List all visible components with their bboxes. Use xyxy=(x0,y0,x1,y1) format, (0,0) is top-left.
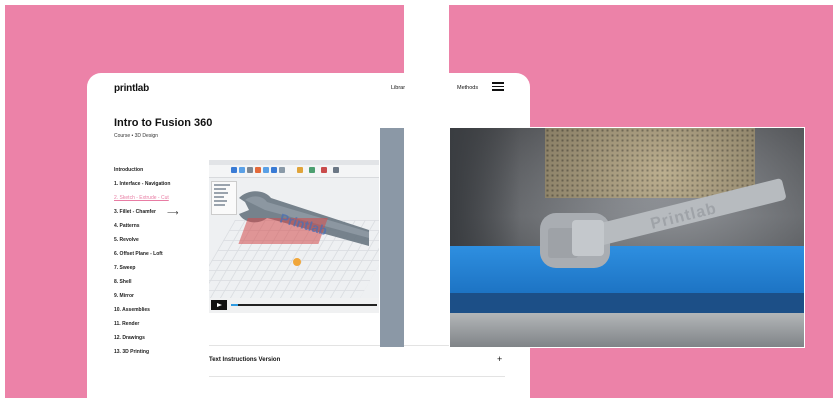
promo-canvas: printlab Librar Methods Intro to Fusion … xyxy=(0,0,838,403)
photo-edge-strip xyxy=(380,128,404,347)
printed-wrench-photo: Printlab xyxy=(449,127,805,348)
lesson-item[interactable]: 13. 3D Printing xyxy=(114,348,174,356)
lesson-item[interactable]: 10. Assemblies xyxy=(114,306,174,314)
lesson-list: Introduction 1. Interface - Navigation 2… xyxy=(114,166,174,362)
lesson-item[interactable]: 6. Offset Plane - Loft xyxy=(114,250,174,258)
video-controls xyxy=(209,298,379,313)
lesson-item[interactable]: 7. Sweep xyxy=(114,264,174,272)
printlab-logo[interactable]: printlab xyxy=(114,83,149,94)
nav-methods-link[interactable]: Methods xyxy=(457,85,478,91)
lesson-item[interactable]: 9. Mirror xyxy=(114,292,174,300)
nut-print xyxy=(572,220,604,256)
play-button[interactable] xyxy=(211,300,227,310)
arrow-right-icon: ⟶ xyxy=(167,208,179,217)
lesson-item[interactable]: 11. Render xyxy=(114,320,174,328)
lesson-item[interactable]: 1. Interface - Navigation xyxy=(114,180,174,188)
expand-plus-icon[interactable]: + xyxy=(497,354,502,364)
lesson-item[interactable]: 3. Fillet - Chamfer xyxy=(114,208,174,216)
lesson-item-active[interactable]: 2. Sketch - Extrude - Cut xyxy=(114,194,174,202)
video-progress-bar[interactable] xyxy=(231,304,377,306)
lesson-item[interactable]: 12. Drawings xyxy=(114,334,174,342)
cursor-indicator xyxy=(293,258,301,266)
course-title: Intro to Fusion 360 xyxy=(114,117,213,129)
lesson-item[interactable]: 5. Revolve xyxy=(114,236,174,244)
text-instructions-toggle[interactable]: Text Instructions Version xyxy=(209,357,280,363)
lesson-item[interactable]: 4. Patterns xyxy=(114,222,174,230)
lesson-item[interactable]: Introduction xyxy=(114,166,174,174)
divider xyxy=(209,376,505,377)
lesson-item[interactable]: 8. Shell xyxy=(114,278,174,286)
nav-library-link[interactable]: Librar xyxy=(391,85,405,91)
hamburger-menu-icon[interactable] xyxy=(492,82,504,91)
video-progress-fill xyxy=(231,304,239,306)
course-subtitle: Course • 3D Design xyxy=(114,133,158,139)
lesson-video[interactable]: Printlab xyxy=(209,160,379,313)
wrench-model: Printlab xyxy=(238,191,369,246)
